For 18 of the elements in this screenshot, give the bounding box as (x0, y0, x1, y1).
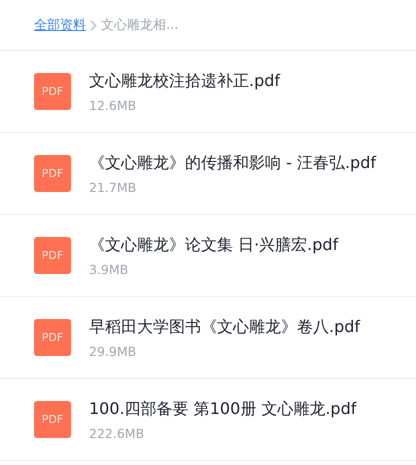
file-size: 222.6MB (89, 426, 146, 440)
chevron-icon (90, 20, 97, 30)
file-size: 21.7MB (89, 180, 138, 194)
file-name[interactable]: 《文心雕龙》论文集 日·兴膳宏.pdf (89, 234, 338, 256)
pdf-file-icon: PDF (34, 237, 71, 274)
pdf-file-icon: PDF (34, 401, 71, 438)
file-name[interactable]: 早稻田大学图书《文心雕龙》卷八.pdf (89, 316, 360, 338)
file-size: 29.9MB (89, 344, 138, 358)
file-name[interactable]: 文心雕龙校注拾遗补正.pdf (89, 70, 280, 92)
breadcrumb-current: 文心雕龙相... (101, 17, 178, 34)
file-name[interactable]: 《文心雕龙》的传播和影响 - 汪春弘.pdf (89, 152, 376, 174)
pdf-file-icon: PDF (34, 319, 71, 356)
file-size: 12.6MB (89, 98, 138, 112)
breadcrumb-link[interactable]: 全部资料 (34, 16, 86, 34)
file-name[interactable]: 100.四部备要 第100册 文心雕龙.pdf (89, 398, 356, 420)
pdf-file-icon: PDF (34, 73, 71, 110)
file-size: 3.9MB (89, 262, 130, 276)
pdf-file-icon: PDF (34, 155, 71, 192)
